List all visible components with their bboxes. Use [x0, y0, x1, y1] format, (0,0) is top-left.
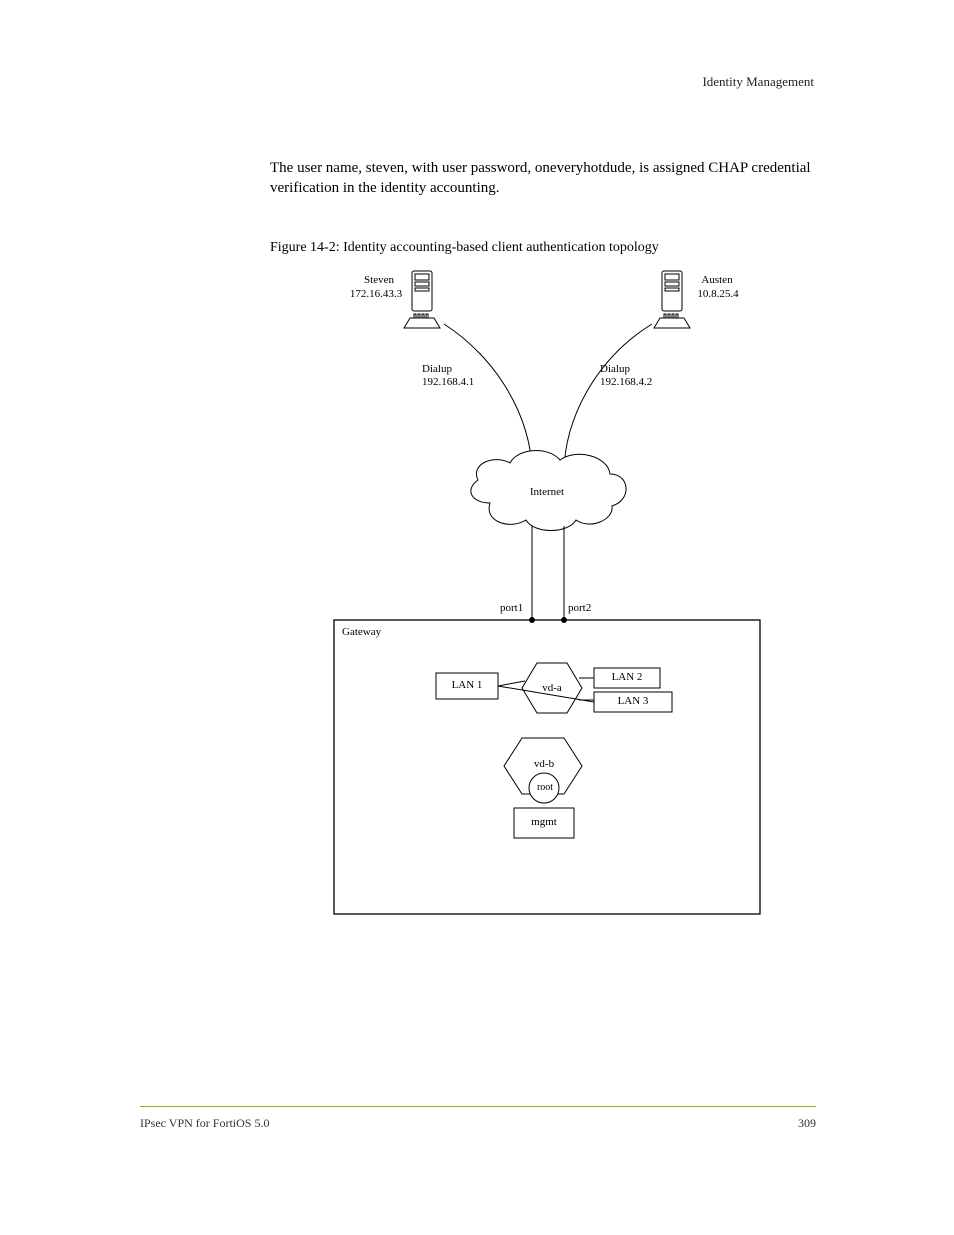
footer-page: 309 [798, 1116, 816, 1131]
label-mgmt: mgmt [518, 816, 570, 829]
network-diagram: Steven 172.16.43.3 Austen 10.8.25.4 Dial… [332, 268, 762, 916]
label-lan1: LAN 1 [440, 679, 494, 692]
footer-rule [140, 1106, 816, 1107]
label-lan3: LAN 3 [596, 695, 670, 708]
label-dialup-left: Dialup 192.168.4.1 [422, 363, 502, 388]
label-dialup-right: Dialup 192.168.4.2 [600, 363, 680, 388]
label-lan2: LAN 2 [596, 671, 658, 684]
label-server-left-ip: 172.16.43.3 [346, 288, 406, 301]
label-server-right-name: Austen [692, 274, 742, 287]
label-server-right-ip: 10.8.25.4 [688, 288, 748, 301]
label-vda: vd-a [532, 682, 572, 695]
page: Identity Management The user name, steve… [0, 0, 954, 1235]
label-server-left-name: Steven [354, 274, 404, 287]
label-port2: port2 [568, 602, 591, 615]
label-vdb: vd-b [522, 758, 566, 771]
label-root: root [532, 782, 558, 794]
body-paragraph: The user name, steven, with user passwor… [270, 158, 870, 199]
figure-caption: Figure 14-2: Identity accounting-based c… [270, 240, 659, 256]
running-header: Identity Management [702, 74, 814, 90]
label-port1: port1 [500, 602, 523, 615]
label-gateway: Gateway [342, 626, 381, 639]
label-cloud: Internet [522, 486, 572, 499]
footer-product: IPsec VPN for FortiOS 5.0 [140, 1116, 269, 1131]
